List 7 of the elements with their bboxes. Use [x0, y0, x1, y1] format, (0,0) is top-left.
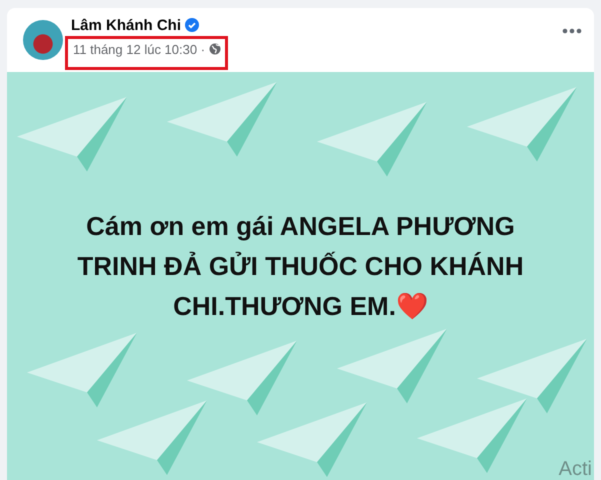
- author-name[interactable]: Lâm Khánh Chi: [71, 16, 182, 34]
- image-caption: Cám ơn em gái ANGELA PHƯƠNG TRINH ĐẢ GỬI THUỐC CHO KHÁNH CHI.THƯƠNG EM.❤: [77, 210, 524, 323]
- more-options-icon[interactable]: [562, 28, 582, 34]
- os-activation-text: Acti: [558, 458, 592, 480]
- post-timestamp[interactable]: 11 tháng 12 lúc 10:30 ·: [73, 42, 206, 56]
- globe-icon: [209, 43, 222, 55]
- avatar[interactable]: [23, 20, 63, 60]
